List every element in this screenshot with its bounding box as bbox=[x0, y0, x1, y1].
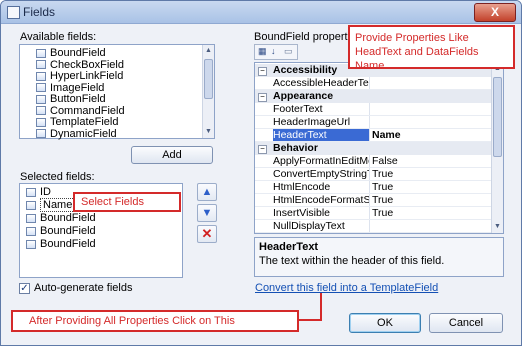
available-field-label: ButtonField bbox=[50, 93, 106, 105]
available-field-label: DynamicField bbox=[50, 127, 117, 140]
field-icon bbox=[36, 117, 46, 127]
ok-button[interactable]: OK bbox=[349, 313, 421, 333]
scrollbar-thumb[interactable] bbox=[204, 59, 213, 99]
field-icon bbox=[36, 48, 46, 58]
window-icon bbox=[7, 6, 20, 19]
auto-generate-label: Auto-generate fields bbox=[34, 282, 133, 294]
field-icon bbox=[36, 83, 46, 93]
field-icon bbox=[26, 200, 36, 210]
fields-dialog: Fields X Available fields: ▲ ▼ BoundFiel… bbox=[0, 0, 522, 346]
property-category-label: Behavior bbox=[273, 142, 318, 154]
annotation-connector bbox=[320, 293, 322, 321]
selected-field-item[interactable]: BoundField bbox=[22, 212, 96, 225]
selected-field-label: BoundField bbox=[40, 225, 96, 237]
available-field-label: TemplateField bbox=[50, 116, 119, 128]
field-icon bbox=[36, 129, 46, 139]
selected-field-label: BoundField bbox=[40, 238, 96, 250]
delete-button[interactable]: ✕ bbox=[197, 225, 217, 243]
available-fields-tree[interactable]: ▲ ▼ BoundField CheckBoxField HyperLinkFiel… bbox=[19, 44, 215, 141]
available-field-item[interactable]: DynamicField bbox=[22, 128, 117, 141]
selected-field-label: Name bbox=[40, 198, 76, 212]
selected-field-label: ID bbox=[40, 186, 51, 198]
annotation-top: Provide Properties Like HeadText and Dat… bbox=[348, 25, 515, 72]
available-fields-scrollbar[interactable]: ▲ ▼ bbox=[202, 45, 214, 138]
collapse-icon[interactable]: − bbox=[258, 145, 267, 154]
available-field-label: BoundField bbox=[50, 47, 106, 59]
available-field-label: CommandField bbox=[50, 104, 125, 117]
field-icon bbox=[36, 71, 46, 81]
property-category[interactable]: − Appearance bbox=[255, 90, 491, 103]
scroll-up-icon[interactable]: ▲ bbox=[203, 45, 214, 57]
move-up-button[interactable]: ▲ bbox=[197, 183, 217, 201]
categorized-icon[interactable]: ▦ bbox=[258, 46, 267, 57]
scroll-down-icon[interactable]: ▼ bbox=[492, 221, 503, 233]
add-button[interactable]: Add bbox=[131, 146, 213, 164]
field-icon bbox=[36, 94, 46, 104]
field-icon bbox=[36, 106, 46, 116]
property-pages-icon[interactable]: ▭ bbox=[284, 46, 293, 57]
property-name: ReadOnly bbox=[273, 233, 370, 234]
property-grid-scrollbar[interactable]: ▲ ▼ bbox=[491, 63, 503, 233]
selected-field-item[interactable]: BoundField bbox=[22, 238, 96, 251]
selected-field-item[interactable]: Name bbox=[22, 198, 76, 212]
collapse-icon[interactable]: − bbox=[258, 93, 267, 102]
available-field-label: HyperLinkField bbox=[50, 70, 124, 82]
close-button[interactable]: X bbox=[474, 3, 516, 22]
cancel-button[interactable]: Cancel bbox=[429, 313, 503, 333]
selected-fields-label: Selected fields: bbox=[20, 171, 95, 183]
scroll-down-icon[interactable]: ▼ bbox=[203, 126, 214, 138]
selected-field-item[interactable]: BoundField bbox=[22, 225, 96, 238]
available-field-label: ImageField bbox=[50, 81, 105, 94]
annotation-bottom: After Providing All Properties Click on … bbox=[11, 310, 299, 332]
field-icon bbox=[26, 187, 36, 197]
property-category[interactable]: − Behavior bbox=[255, 142, 491, 155]
title-bar: Fields X bbox=[1, 1, 521, 24]
field-icon bbox=[26, 239, 36, 249]
convert-template-link[interactable]: Convert this field into a TemplateField bbox=[255, 282, 438, 294]
delete-icon: ✕ bbox=[201, 226, 213, 241]
available-fields-label: Available fields: bbox=[20, 31, 97, 43]
annotation-connector bbox=[298, 319, 320, 321]
description-title: HeaderText bbox=[259, 241, 319, 253]
collapse-icon[interactable]: − bbox=[258, 67, 267, 76]
field-icon bbox=[26, 226, 36, 236]
property-category-label: Appearance bbox=[273, 90, 334, 102]
properties-toolbar: ▦ ↓ ▭ bbox=[254, 44, 298, 60]
description-text: The text within the header of this field… bbox=[259, 255, 445, 267]
scrollbar-thumb[interactable] bbox=[493, 77, 502, 157]
field-icon bbox=[26, 213, 36, 223]
field-icon bbox=[36, 60, 46, 70]
available-field-label: CheckBoxField bbox=[50, 58, 124, 71]
annotation-select: Select Fields bbox=[73, 192, 181, 212]
property-description: HeaderText The text within the header of… bbox=[254, 237, 504, 277]
arrow-down-icon: ▼ bbox=[201, 207, 213, 219]
move-down-button[interactable]: ▼ bbox=[197, 204, 217, 222]
property-value[interactable]: False bbox=[372, 233, 488, 234]
alphabetical-icon[interactable]: ↓ bbox=[271, 46, 276, 56]
property-row[interactable]: ReadOnlyFalse bbox=[255, 233, 491, 234]
property-grid[interactable]: ▲ ▼ −AccessibilityAccessibleHeaderText−A… bbox=[254, 62, 504, 234]
auto-generate-checkbox[interactable]: ✓ bbox=[19, 283, 30, 294]
window-title: Fields bbox=[23, 5, 56, 19]
checkmark-icon: ✓ bbox=[20, 283, 29, 294]
property-category-label: Accessibility bbox=[273, 64, 338, 76]
selected-field-label: BoundField bbox=[40, 212, 96, 224]
arrow-up-icon: ▲ bbox=[201, 186, 213, 198]
